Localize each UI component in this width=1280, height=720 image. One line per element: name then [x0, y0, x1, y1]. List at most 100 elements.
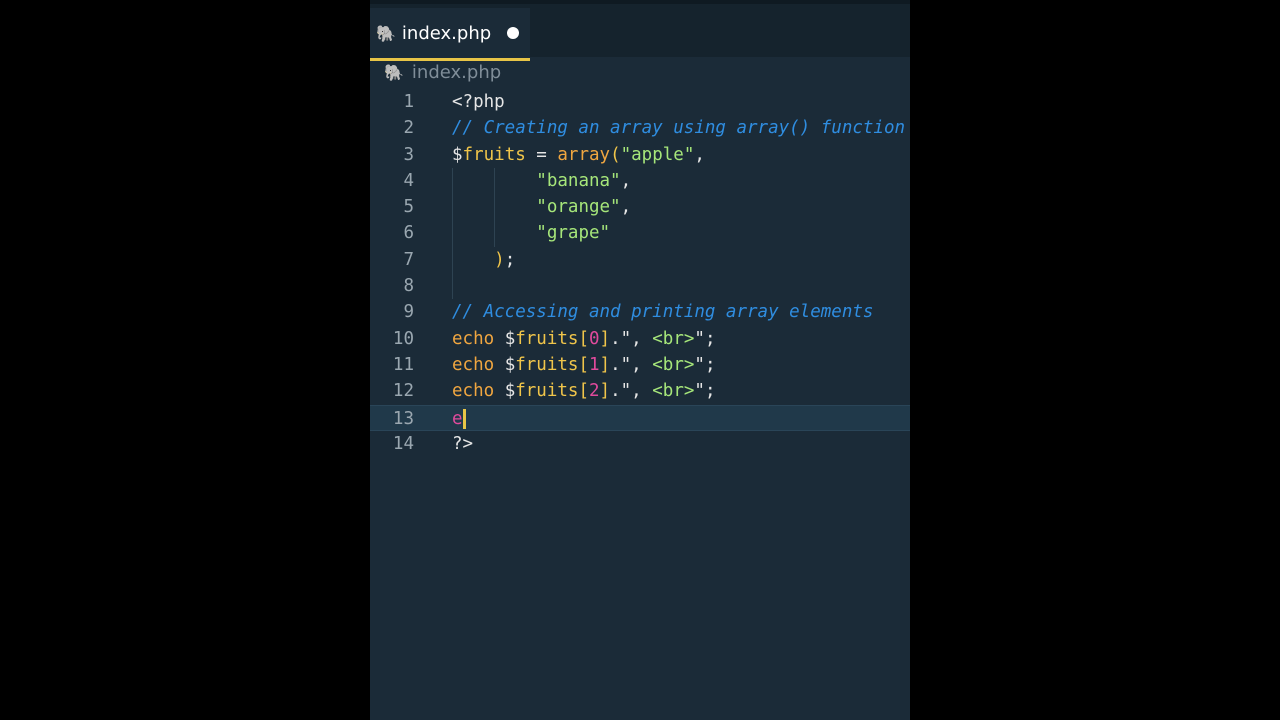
code-line[interactable]: 1 <?php	[370, 89, 910, 115]
code-token: $	[494, 354, 516, 375]
line-text: e	[452, 406, 466, 432]
code-line[interactable]: 10 echo $fruits[0].", <br>";	[370, 326, 910, 352]
breadcrumb-file: index.php	[411, 62, 502, 83]
line-text: ?>	[452, 431, 473, 457]
line-number: 2	[403, 118, 414, 139]
line-number: 4	[403, 170, 414, 191]
line-text: echo $fruits[0].", <br>";	[452, 326, 715, 352]
php-elephant-icon: 🐘	[376, 23, 396, 43]
code-line[interactable]: 3 $fruits = array("apple",	[370, 142, 910, 168]
line-text: "orange",	[452, 194, 631, 220]
code-token: fruits	[462, 144, 526, 165]
tab-bar: 🐘 index.php	[370, 0, 910, 61]
code-line[interactable]: 14 ?>	[370, 431, 910, 457]
code-token: ";	[694, 354, 716, 375]
code-line[interactable]: 12 echo $fruits[2].", <br>";	[370, 378, 910, 404]
code-token: "grape"	[536, 223, 611, 244]
tab-label: index.php	[401, 22, 492, 44]
code-token: ]	[599, 381, 611, 402]
line-number: 7	[403, 249, 414, 270]
code-token: ]	[599, 354, 611, 375]
code-token: array	[557, 144, 611, 165]
line-number: 6	[403, 223, 414, 244]
line-number: 14	[392, 433, 414, 454]
code-token: ,	[620, 197, 632, 218]
code-token: 1	[589, 354, 600, 375]
code-token: fruits	[515, 354, 579, 375]
code-line[interactable]: 6 "grape"	[370, 220, 910, 247]
code-token: <br>	[652, 354, 695, 375]
code-line[interactable]: 9 // Accessing and printing array element…	[370, 299, 910, 325]
tab-index-php[interactable]: 🐘 index.php	[370, 8, 530, 61]
code-token: =	[525, 144, 558, 165]
code-token: ]	[599, 328, 611, 349]
line-text: );	[452, 247, 515, 273]
code-token: echo	[452, 354, 495, 375]
code-token: <br>	[652, 328, 695, 349]
code-line[interactable]: 2 // Creating an array using array() func…	[370, 115, 910, 141]
line-text: "grape"	[452, 220, 610, 246]
code-line[interactable]: 13 e	[370, 404, 910, 432]
line-number: 8	[403, 276, 414, 297]
code-token: ,	[631, 328, 653, 349]
code-editor[interactable]: 1 <?php 2 // Creating an array using array(…	[370, 89, 910, 457]
line-number: 5	[403, 197, 414, 218]
code-token: )	[494, 249, 505, 270]
code-token: ";	[694, 381, 716, 402]
line-text: "banana",	[452, 168, 631, 194]
code-line[interactable]: 8	[370, 273, 910, 300]
code-token: fruits	[515, 328, 579, 349]
code-token: $	[494, 381, 516, 402]
code-token: ;	[504, 249, 516, 270]
line-number: 9	[403, 302, 414, 323]
code-token: <?php	[452, 92, 505, 112]
line-text: // Creating an array using array() funct…	[452, 115, 905, 141]
line-text: <?php	[452, 89, 505, 115]
code-token: ,	[631, 381, 653, 402]
line-number: 11	[392, 354, 414, 375]
line-number: 13	[392, 408, 414, 429]
code-token: ?>	[452, 433, 474, 454]
code-token: // Creating an array using array() funct…	[452, 118, 906, 139]
code-token: ."	[610, 354, 632, 375]
code-token: [	[578, 328, 589, 349]
code-token: [	[578, 381, 589, 402]
line-number: 10	[392, 328, 414, 349]
code-token: (	[610, 144, 621, 165]
text-cursor	[462, 408, 466, 429]
editor-window: 🐘 index.php 🐘 index.php 1 <?php 2 // Creati…	[370, 0, 910, 720]
code-token: $	[494, 328, 516, 349]
line-text: echo $fruits[2].", <br>";	[452, 378, 715, 404]
indent-guide	[452, 273, 453, 300]
code-token: e	[452, 408, 463, 429]
line-text: $fruits = array("apple",	[452, 142, 705, 168]
code-token: ,	[620, 170, 632, 191]
php-elephant-icon: 🐘	[384, 63, 404, 82]
code-token: [	[578, 354, 589, 375]
code-line[interactable]: 5 "orange",	[370, 194, 910, 221]
code-token: 0	[589, 328, 600, 349]
line-number: 12	[392, 381, 414, 402]
code-token: "apple"	[620, 144, 695, 165]
breadcrumb[interactable]: 🐘 index.php	[384, 62, 501, 83]
code-token: fruits	[515, 381, 579, 402]
code-line[interactable]: 11 echo $fruits[1].", <br>";	[370, 352, 910, 378]
code-token: ."	[610, 328, 632, 349]
unsaved-dot-icon[interactable]	[507, 27, 520, 39]
code-token: // Accessing and printing array elements	[452, 302, 874, 323]
code-token: "banana"	[536, 170, 621, 191]
code-line[interactable]: 4 "banana",	[370, 167, 910, 195]
code-token: ."	[610, 381, 632, 402]
code-token: ";	[694, 328, 716, 349]
code-line[interactable]: 7 );	[370, 246, 910, 274]
line-text: echo $fruits[1].", <br>";	[452, 352, 715, 378]
code-token: $	[452, 144, 463, 165]
code-token: 2	[589, 381, 600, 402]
code-token: ,	[631, 354, 653, 375]
code-token: echo	[452, 328, 495, 349]
code-token: <br>	[652, 381, 695, 402]
code-token: ,	[694, 144, 705, 165]
